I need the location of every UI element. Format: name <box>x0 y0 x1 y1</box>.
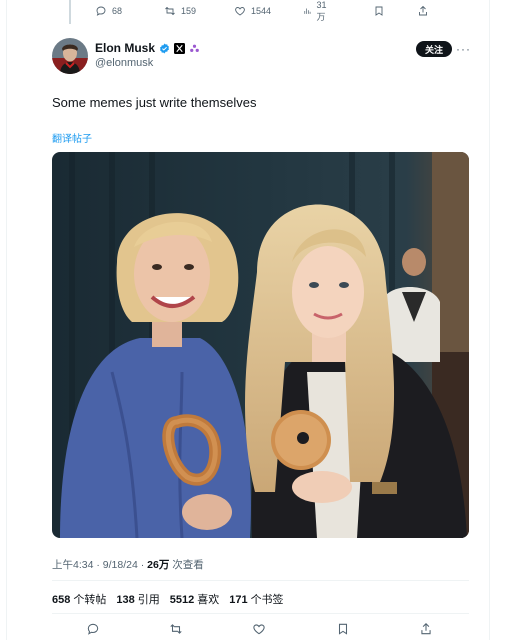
views-count: 31万 <box>316 0 327 22</box>
share-action[interactable] <box>417 5 429 17</box>
stat-likes[interactable]: 5512 喜欢 <box>170 591 219 607</box>
stat-bookmarks[interactable]: 171 个书签 <box>229 591 283 607</box>
heart-icon <box>253 624 265 635</box>
heart-icon <box>235 7 245 16</box>
tweet-actions <box>0 622 514 640</box>
stat-retweets[interactable]: 658 个转帖 <box>52 591 106 607</box>
more-options-icon[interactable]: ··· <box>456 42 471 56</box>
tweet-meta: 上午4:34 · 9/18/24 · 26万 次查看 <box>52 557 204 572</box>
avatar[interactable] <box>52 38 88 74</box>
retweets-label: 个转帖 <box>73 594 107 606</box>
photo-illustration <box>52 152 469 538</box>
like-count: 1544 <box>251 6 272 16</box>
share-icon <box>419 5 427 16</box>
bookmark-action[interactable] <box>373 5 385 17</box>
translate-link[interactable]: 翻译帖子 <box>52 130 92 145</box>
retweet-count: 159 <box>181 6 197 16</box>
divider-bottom <box>52 613 469 614</box>
avatar-image <box>52 38 88 74</box>
x-affiliate-icon <box>174 42 186 54</box>
tweet-timestamp[interactable]: 上午4:34 · 9/18/24 · <box>52 559 147 571</box>
bookmark-icon <box>375 6 383 16</box>
bookmark-icon <box>338 623 348 635</box>
thread-connector <box>69 0 71 24</box>
left-border <box>6 0 7 640</box>
share-icon <box>421 623 431 635</box>
views-icon <box>304 8 311 14</box>
community-icon <box>190 44 199 52</box>
like-action[interactable]: 1544 <box>234 5 271 17</box>
likes-count: 5512 <box>169 594 195 606</box>
bookmark-button[interactable] <box>336 622 350 636</box>
author-name-row: Elon Musk <box>95 41 200 55</box>
follow-button[interactable]: 关注 <box>416 41 452 57</box>
like-button[interactable] <box>252 622 266 636</box>
retweet-icon <box>170 624 182 634</box>
engagement-stats: 658 个转帖 138 引用 5512 喜欢 171 个书签 <box>52 591 284 607</box>
reply-button[interactable] <box>86 622 100 636</box>
author-name[interactable]: Elon Musk <box>95 41 155 55</box>
bookmarks-label: 个书签 <box>250 594 284 606</box>
reply-action[interactable]: 68 <box>95 5 122 17</box>
divider-top <box>52 580 469 581</box>
right-border <box>489 0 490 640</box>
quotes-label: 引用 <box>137 594 160 606</box>
reply-icon <box>96 6 106 16</box>
author-handle[interactable]: @elonmusk <box>95 57 153 69</box>
retweets-count: 658 <box>52 594 71 606</box>
likes-label: 喜欢 <box>197 594 220 606</box>
reply-count: 68 <box>112 6 123 16</box>
views-total: 26万 <box>147 559 170 571</box>
reply-icon <box>87 623 99 635</box>
verified-badge-icon <box>159 42 170 54</box>
retweet-icon <box>165 6 175 16</box>
quotes-count: 138 <box>116 594 135 606</box>
share-button[interactable] <box>419 622 433 636</box>
retweet-button[interactable] <box>169 622 183 636</box>
tweet-photo[interactable] <box>52 152 469 538</box>
views-label: 次查看 <box>169 559 204 571</box>
stat-quotes[interactable]: 138 引用 <box>116 591 159 607</box>
retweet-action[interactable]: 159 <box>164 5 196 17</box>
bookmarks-count: 171 <box>229 594 248 606</box>
views-action[interactable]: 31万 <box>303 0 330 23</box>
tweet-text: Some memes just write themselves <box>52 95 257 110</box>
